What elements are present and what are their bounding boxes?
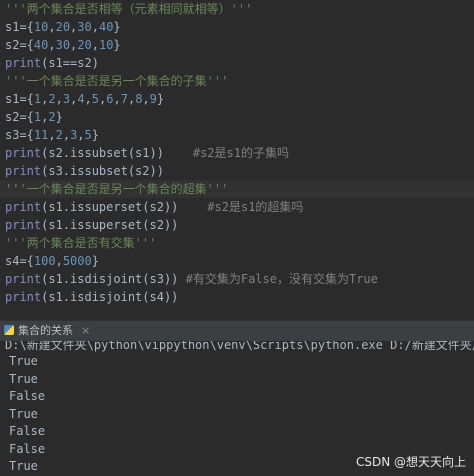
panel-divider[interactable]: [0, 310, 474, 320]
console-output-line: True: [9, 406, 38, 421]
code-token: s1={: [5, 20, 34, 34]
code-token: (s1.issuperset(s2)): [41, 218, 179, 232]
code-line[interactable]: print(s1.issuperset(s2)): [0, 216, 474, 234]
code-token: (s3.issubset(s2)): [41, 164, 164, 178]
code-token: (s1.isdisjoint(s4)): [41, 290, 179, 304]
code-token: s3={: [5, 128, 34, 142]
code-token: }: [113, 20, 121, 34]
code-line[interactable]: print(s3.issubset(s2)): [0, 162, 474, 180]
code-token: }: [55, 110, 63, 124]
code-token: ,: [77, 128, 85, 142]
code-token: ,: [113, 92, 121, 106]
code-token: 7: [120, 92, 128, 106]
code-token: 2: [48, 92, 56, 106]
code-token: #s2是s1的超集吗: [207, 200, 304, 214]
code-token: 2: [48, 110, 56, 124]
close-icon[interactable]: ×: [81, 321, 90, 341]
code-token: 3: [62, 92, 71, 106]
code-token: 10: [33, 20, 49, 34]
code-line[interactable]: '''两个集合是否相等（元素相同就相等）''': [0, 0, 474, 18]
code-token: print: [5, 146, 42, 160]
code-token: 5: [84, 128, 92, 142]
code-token: '''一个集合是否是另一个集合的子集''': [5, 74, 229, 88]
code-token: print: [5, 164, 42, 178]
code-line[interactable]: print(s1.isdisjoint(s3)) #有交集为False，没有交集…: [0, 270, 474, 288]
code-token: print: [5, 272, 42, 286]
code-token: print: [5, 200, 42, 214]
code-token: 11: [33, 128, 49, 142]
code-token: ,: [142, 92, 150, 106]
console-output-line: False: [9, 424, 46, 438]
code-token: 9: [149, 92, 157, 106]
code-token: 30: [77, 20, 92, 34]
code-line[interactable]: s1={1,2,3,4,5,6,7,8,9}: [0, 90, 474, 108]
code-token: 10: [98, 38, 114, 52]
code-token: 20: [77, 38, 92, 52]
code-token: }: [113, 38, 121, 52]
code-line[interactable]: s4={100,5000}: [0, 252, 474, 270]
code-line[interactable]: s1={10,20,30,40}: [0, 18, 474, 36]
code-line[interactable]: s2={1,2}: [0, 108, 474, 126]
code-token: ,: [48, 20, 56, 34]
console-output-line: True: [9, 371, 38, 386]
code-token: }: [91, 128, 99, 142]
code-token: 5: [91, 92, 100, 106]
run-tab-label: 集合的关系: [18, 324, 73, 337]
code-token: (s2.issubset(s1)): [41, 146, 193, 160]
console-output-line: False: [9, 389, 46, 403]
code-line[interactable]: print(s2.issubset(s1)) #s2是s1的子集吗: [0, 144, 474, 162]
code-line[interactable]: s3={11,2,3,5}: [0, 126, 474, 144]
code-token: s1={: [5, 92, 34, 106]
code-token: 5000: [62, 254, 92, 268]
code-token: ,: [55, 92, 63, 106]
code-token: 20: [55, 20, 71, 34]
code-token: ,: [84, 92, 92, 106]
code-token: ,: [48, 128, 56, 142]
code-token: 100: [33, 254, 56, 268]
code-token: #s2是s1的子集吗: [192, 146, 289, 160]
code-line[interactable]: print(s1.isdisjoint(s4)): [0, 288, 474, 306]
code-token: s4={: [5, 254, 34, 268]
code-token: '''两个集合是否相等（元素相同就相等）''': [5, 2, 253, 16]
code-token: 30: [55, 38, 71, 52]
code-token: 4: [77, 92, 85, 106]
code-token: 40: [98, 20, 114, 34]
code-editor[interactable]: '''两个集合是否相等（元素相同就相等）''' s1={10,20,30,40} s…: [0, 0, 474, 310]
code-token: 2: [55, 128, 63, 142]
code-line[interactable]: s2={40,30,20,10}: [0, 36, 474, 54]
code-line[interactable]: '''一个集合是否是另一个集合的超集''': [0, 180, 474, 198]
code-token: print: [5, 218, 42, 232]
code-token: 40: [33, 38, 49, 52]
code-token: print: [5, 56, 42, 70]
code-token: s2={: [5, 110, 34, 124]
run-command-line: D:\新建文件夹\python\vippython\venv\Scripts\p…: [5, 341, 474, 352]
code-line[interactable]: print(s1.issuperset(s2)) #s2是s1的超集吗: [0, 198, 474, 216]
run-tab[interactable]: 集合的关系 ×: [0, 320, 474, 341]
code-token: (s1.issuperset(s2)): [41, 200, 208, 214]
code-token: '''一个集合是否是另一个集合的超集''': [5, 182, 229, 196]
code-token: ,: [48, 38, 56, 52]
code-token: (s1==s2): [41, 56, 99, 70]
code-token: print: [5, 290, 42, 304]
console-output-line: True: [9, 354, 38, 368]
python-file-icon: [4, 325, 14, 335]
code-token: #有交集为False，没有交集为True: [185, 272, 378, 286]
code-token: '''两个集合是否有交集''': [5, 236, 157, 250]
code-token: s2={: [5, 38, 34, 52]
code-token: ,: [91, 38, 99, 52]
code-token: ,: [91, 20, 99, 34]
code-token: ,: [62, 128, 71, 142]
code-line[interactable]: print(s1==s2): [0, 54, 474, 72]
csdn-watermark: CSDN @想天天向上: [355, 455, 466, 469]
code-token: }: [156, 92, 165, 106]
code-line[interactable]: '''两个集合是否有交集''': [0, 234, 474, 252]
code-token: }: [91, 254, 99, 268]
code-token: (s1.isdisjoint(s3)): [41, 272, 186, 286]
code-token: ,: [55, 254, 63, 268]
code-line[interactable]: '''一个集合是否是另一个集合的子集''': [0, 72, 474, 90]
